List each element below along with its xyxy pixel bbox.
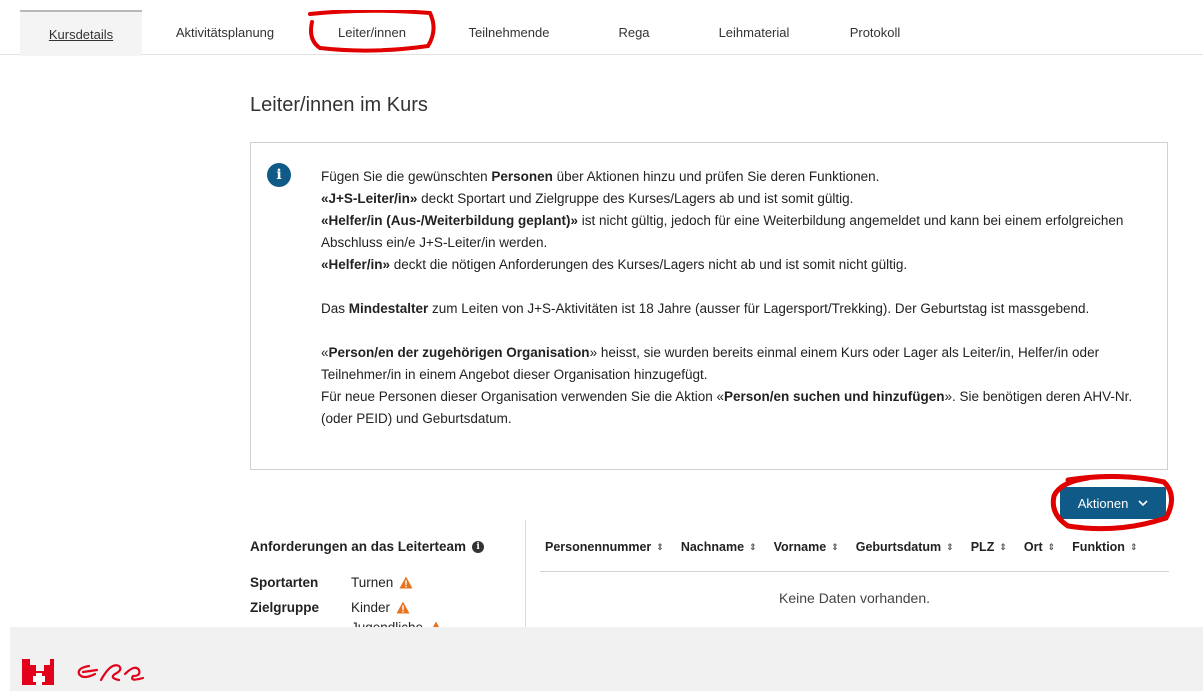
tab-rega[interactable]: Rega	[600, 10, 668, 54]
empty-table-message: Keine Daten vorhanden.	[779, 590, 930, 606]
page-title: Leiter/innen im Kurs	[250, 94, 428, 116]
tab-bar: Kursdetails Aktivitätsplanung Leiter/inn…	[0, 0, 1203, 56]
table-divider	[540, 571, 1169, 572]
sort-icon: ⇕	[831, 541, 839, 552]
tab-leiterinnen[interactable]: Leiter/innen	[310, 10, 434, 54]
column-funktion[interactable]: Funktion ⇕	[1072, 537, 1137, 557]
sort-icon: ⇕	[656, 541, 664, 552]
tab-kursdetails[interactable]: Kursdetails	[20, 10, 142, 56]
info-text: Fügen Sie die gewünschten Personen über …	[321, 166, 1156, 430]
tab-label: Protokoll	[849, 24, 901, 40]
sort-icon: ⇕	[1129, 541, 1138, 552]
requirement-value: Kinder	[351, 600, 410, 615]
requirement-label: Sportarten	[250, 575, 319, 590]
tab-protokoll[interactable]: Protokoll	[835, 10, 915, 54]
column-geburtsdatum[interactable]: Geburtsdatum ⇕	[856, 537, 954, 557]
requirement-value: Turnen	[351, 575, 413, 590]
esa-logo	[77, 664, 145, 682]
info-icon: i	[267, 163, 291, 187]
info-line: «J+S-Leiter/in» deckt Sportart und Zielg…	[321, 191, 854, 206]
chevron-down-icon	[1138, 500, 1148, 506]
column-personennummer[interactable]: Personennummer ⇕	[545, 537, 664, 557]
column-vorname[interactable]: Vorname ⇕	[774, 537, 839, 557]
tab-aktivitaetsplanung[interactable]: Aktivitätsplanung	[150, 10, 300, 54]
aktionen-label: Aktionen	[1077, 495, 1129, 511]
sort-icon: ⇕	[749, 541, 757, 552]
tab-leihmaterial[interactable]: Leihmaterial	[700, 10, 808, 54]
column-ort[interactable]: Ort ⇕	[1024, 537, 1055, 557]
info-line: «Helfer/in» deckt die nötigen Anforderun…	[321, 257, 908, 272]
info-icon[interactable]: i	[472, 540, 485, 553]
requirements-title: Anforderungen an das Leiterteam i	[250, 539, 485, 554]
sort-icon: ⇕	[999, 541, 1007, 552]
info-line: «Helfer/in (Aus-/Weiterbildung geplant)»…	[321, 213, 1124, 250]
footer	[10, 627, 1203, 691]
info-line: Das Mindestalter zum Leiten von J+S-Akti…	[321, 301, 1090, 316]
tab-label: Leiter/innen	[338, 24, 406, 40]
tab-teilnehmende[interactable]: Teilnehmende	[450, 10, 568, 54]
warning-icon	[396, 601, 410, 614]
sort-icon: ⇕	[1047, 541, 1056, 552]
column-nachname[interactable]: Nachname ⇕	[681, 537, 757, 557]
tab-label: Kursdetails	[48, 26, 114, 42]
warning-icon	[399, 576, 413, 589]
column-plz[interactable]: PLZ ⇕	[971, 537, 1007, 557]
requirement-label: Zielgruppe	[250, 600, 320, 615]
info-line: «Person/en der zugehörigen Organisation»…	[321, 345, 1133, 426]
aktionen-button[interactable]: Aktionen	[1060, 487, 1166, 519]
tab-label: Rega	[618, 24, 650, 40]
info-box: i Fügen Sie die gewünschten Personen übe…	[250, 142, 1168, 470]
table-header: Personennummer ⇕ Nachname ⇕ Vorname ⇕ Gebur…	[545, 537, 1137, 557]
sort-icon: ⇕	[946, 541, 954, 552]
info-line: Fügen Sie die gewünschten Personen über …	[321, 169, 880, 184]
swiss-cross-logo	[22, 659, 54, 685]
column-divider	[525, 520, 526, 630]
tab-label: Teilnehmende	[468, 24, 550, 40]
tab-label: Aktivitätsplanung	[175, 24, 275, 40]
tab-label: Leihmaterial	[718, 24, 790, 40]
